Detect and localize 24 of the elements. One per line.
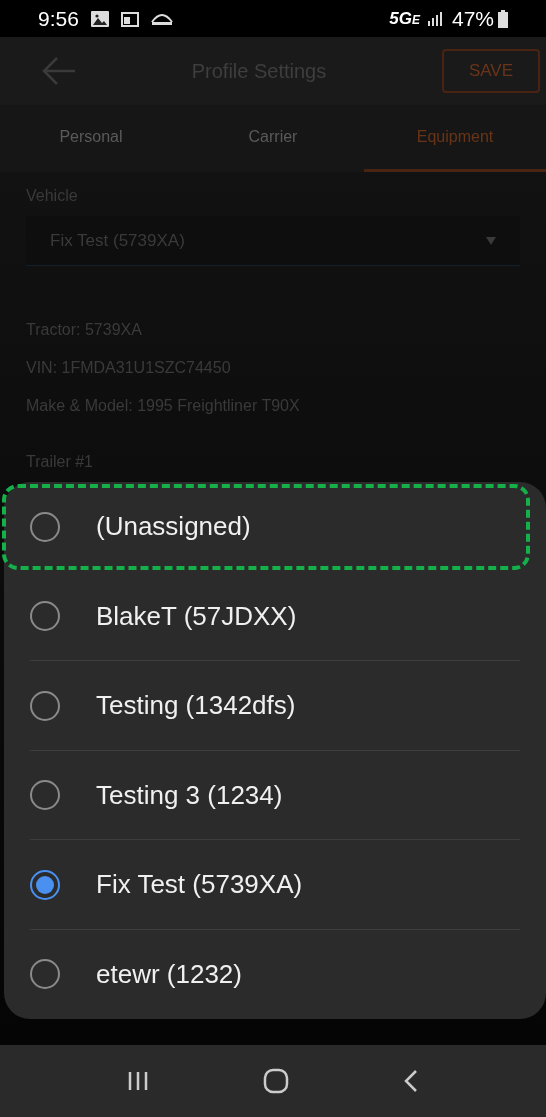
dropdown-caret-icon (486, 236, 496, 245)
option-label[interactable]: Testing (1342dfs) (96, 686, 296, 726)
network-label: 5GE (389, 7, 420, 30)
battery-icon (498, 9, 508, 28)
option-label[interactable]: (Unassigned) (96, 507, 251, 547)
option-label[interactable]: etewr (1232) (96, 954, 242, 994)
radio-button[interactable] (30, 869, 60, 900)
radio-button[interactable] (30, 511, 60, 542)
radio-button[interactable] (30, 780, 60, 811)
option-label[interactable]: Testing 3 (1234) (96, 775, 283, 815)
option-label[interactable]: Fix Test (5739XA) (96, 865, 303, 905)
radio-button[interactable] (30, 690, 60, 721)
option-label[interactable]: BlakeT (57JDXX) (96, 596, 297, 636)
signal-icon (427, 11, 444, 26)
calendar-icon (120, 10, 139, 27)
image-icon (90, 10, 109, 27)
radio-button[interactable] (30, 601, 60, 632)
bridge-icon (150, 11, 173, 26)
home-icon[interactable] (263, 1068, 289, 1094)
radio-button[interactable] (30, 959, 60, 990)
status-time: 9:56 (38, 5, 79, 32)
back-icon[interactable] (403, 1069, 419, 1093)
recent-apps-icon[interactable] (127, 1070, 149, 1092)
battery-percent: 47% (451, 5, 494, 32)
